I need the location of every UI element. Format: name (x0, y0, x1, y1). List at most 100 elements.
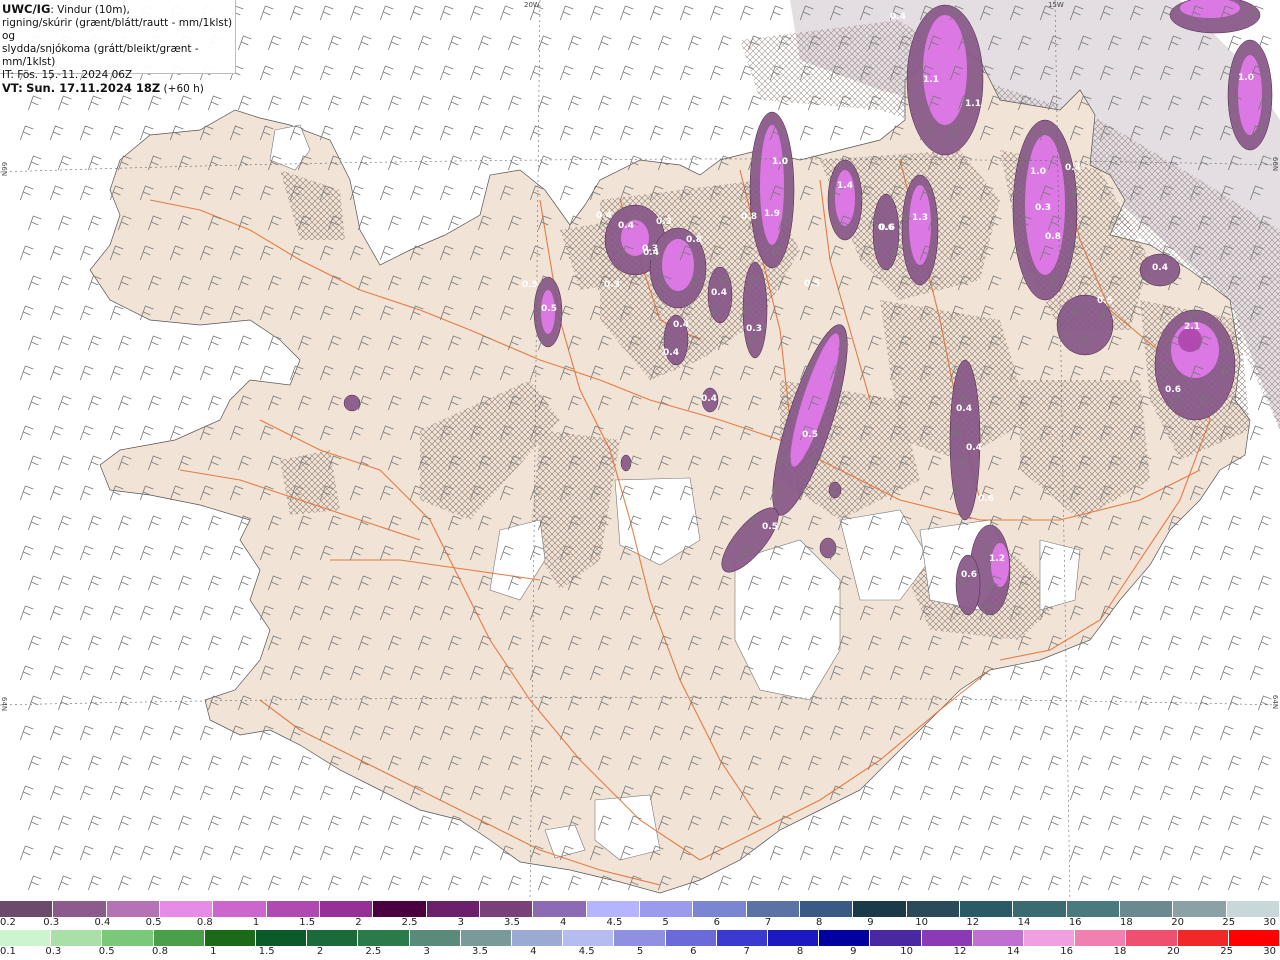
precip-value-label: 0.6 (961, 570, 977, 580)
legend-label: 9 (867, 917, 874, 928)
precip-value-label: 0.8 (741, 212, 757, 222)
legend-label: 2 (316, 946, 324, 957)
legend-swatch (1126, 930, 1178, 946)
legend-swatch (1228, 930, 1280, 946)
precip-value-label: 0.8 (686, 235, 702, 245)
legend-label: 1.5 (258, 946, 275, 957)
legend-label: 1.5 (299, 917, 316, 928)
map-info-box: UWC/IG: Vindur (10m), rigning/skúrir (gr… (0, 0, 236, 95)
precip-value-label: 1.1 (965, 99, 981, 109)
precip-value-label: 0.5 (804, 279, 820, 289)
legend-swatch (319, 901, 374, 917)
legend-swatch (870, 930, 922, 946)
lon-label-20w: 20W (524, 1, 540, 9)
precip-value-label: 0.5 (522, 280, 538, 290)
legend-label: 16 (1068, 917, 1082, 928)
precip-value-label: 1.3 (912, 213, 928, 223)
legend-label: 14 (1006, 946, 1020, 957)
legend-label: 3 (423, 946, 430, 957)
legend-swatch (768, 930, 820, 946)
legend-swatch (1024, 930, 1076, 946)
legend-swatch (665, 930, 717, 946)
legend-label: 6 (690, 946, 697, 957)
model-title: UWC/IG (2, 2, 51, 16)
legend-swatch (426, 901, 480, 917)
legend-label: 5 (636, 946, 644, 957)
precip-value-label: 0.6 (978, 494, 994, 504)
legend-swatch (533, 901, 587, 917)
legend-label: 0.8 (196, 917, 213, 928)
precip-value-label: 0.3 (604, 280, 620, 290)
legend-label: 10 (900, 946, 914, 957)
precip-value-label: 1.0 (772, 157, 788, 167)
precip-value-label: 0.4 (711, 288, 727, 298)
legend-swatch (959, 901, 1014, 917)
precip-value-label: 0.4 (673, 320, 689, 330)
legend-swatch (373, 901, 427, 917)
legend-label: 4.5 (606, 917, 623, 928)
legend-label: 25 (1222, 917, 1236, 928)
legend-label: 2 (355, 917, 362, 928)
precip-value-label: 0.3 (746, 324, 762, 334)
legend-swatch (1177, 930, 1229, 946)
legend-swatch (921, 930, 973, 946)
legend-swatch (256, 930, 308, 946)
info-line-3: slydda/snjókoma (grátt/bleikt/grænt - mm… (2, 43, 199, 68)
legend-label: 5 (662, 917, 669, 928)
precip-value-label: 0.6 (878, 223, 894, 233)
legend-label: 2.5 (365, 946, 382, 957)
legend-swatch (693, 901, 747, 917)
legend-swatch (307, 930, 359, 946)
legend-swatch (1066, 901, 1120, 917)
precip-value-label: 0.4 (618, 221, 634, 231)
legend-swatch (972, 930, 1025, 946)
precip-value-label: 0.5 (762, 522, 778, 532)
precip-value-label: 0.4 (596, 211, 612, 221)
legend-label: 20 (1171, 917, 1184, 928)
legend-swatch (153, 930, 205, 946)
legend-swatch (1075, 930, 1127, 946)
vt-value: Sun. 17.11.2024 18Z (26, 81, 161, 95)
legend-swatch (1173, 901, 1227, 917)
vt-label: VT: (2, 81, 23, 95)
lat-label-66n-left: 66N (0, 161, 9, 177)
legend-label: 30 (1263, 917, 1276, 928)
legend-label: 4 (530, 946, 537, 957)
weather-map: 0.4 1.1 1.1 1.0 1.0 1.9 0.8 1.4 0.6 1.3 1.0 0.4 0.3 0… (0, 0, 1280, 900)
precip-value-label: 0.3 (656, 217, 672, 227)
legend-swatch (586, 901, 640, 917)
legend-swatch (716, 930, 769, 946)
precip-value-label: 0.4 (1065, 163, 1081, 173)
legend-swatch (102, 930, 154, 946)
legend-label: 4 (560, 917, 567, 928)
info-line-2: rigning/skúrir (grænt/blátt/rautt - mm/1… (2, 17, 233, 42)
legend-label: 20 (1166, 946, 1180, 957)
precip-value-label: 0.5 (802, 430, 818, 440)
legend-swatch (1119, 901, 1174, 917)
precip-value-label: 0.3 (1035, 203, 1051, 213)
lat-label-64n-left: 64N (0, 696, 9, 712)
precip-value-label: 0.4 (966, 443, 982, 453)
legend-swatch (639, 901, 694, 917)
legend-swatch (819, 930, 871, 946)
precip-value-label: 0.4 (701, 394, 717, 404)
legend-label: 0.3 (43, 917, 60, 928)
legend-swatch (106, 901, 160, 917)
lat-label-64n-right: 64N (1271, 694, 1280, 710)
legend-label: 12 (953, 946, 967, 957)
legend-swatch (479, 901, 534, 917)
legend-snow: 0.2 0.3 0.4 0.5 0.8 1 1.5 2 2.5 3 3.5 4 4.5 5 6 7 8 9 10 12… (0, 901, 1280, 931)
legend-label: 30 (1263, 946, 1276, 957)
legend-swatch (1226, 901, 1280, 917)
legend-label: 1 (210, 946, 217, 957)
legend-swatch (0, 901, 54, 917)
legend-label: 8 (816, 917, 823, 928)
legend-swatch (51, 930, 103, 946)
legend-swatch (614, 930, 666, 946)
legend-swatch (799, 901, 854, 917)
legend-rain: 0.1 0.3 0.5 0.8 1 1.5 2 2.5 3 3.5 4 4.5 5 6 7 8 9 10 12 14 1… (0, 930, 1280, 960)
precip-value-label: 1.0 (1030, 167, 1046, 177)
legend-label: 6 (713, 917, 720, 928)
legend-label: 8 (796, 946, 804, 957)
legend-swatch (213, 901, 267, 917)
